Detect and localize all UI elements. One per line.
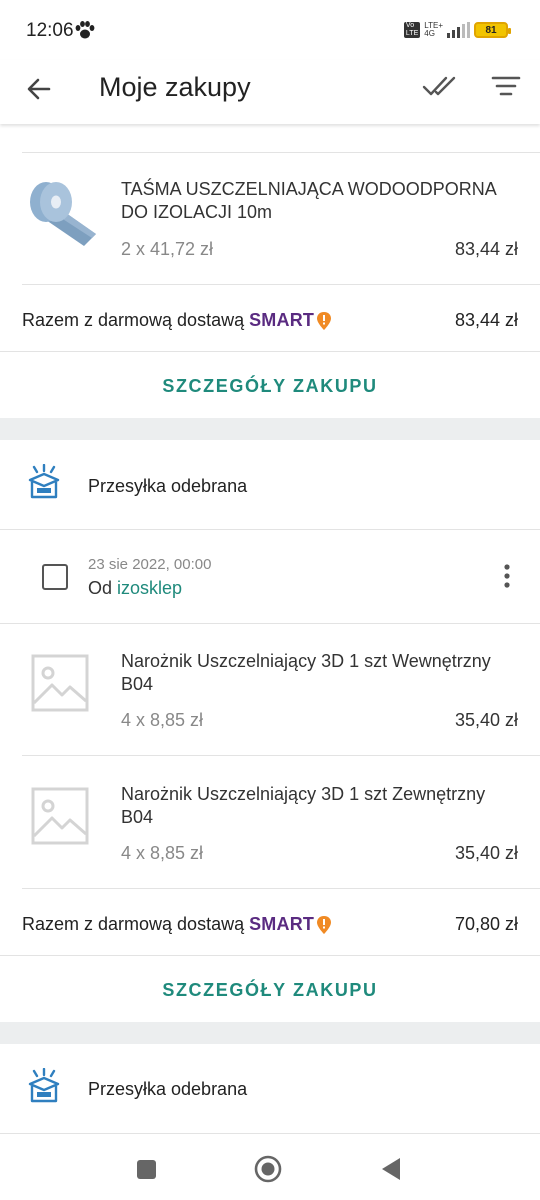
paw-icon xyxy=(75,21,95,39)
system-nav-bar xyxy=(0,1140,540,1200)
home-button[interactable] xyxy=(254,1155,282,1183)
seller-link[interactable]: izosklep xyxy=(117,578,182,598)
item-quantity: 2 x 41,72 zł xyxy=(121,239,214,259)
battery-level: 81 xyxy=(485,24,497,36)
battery-icon: 81 xyxy=(474,22,511,38)
parcel-box-icon xyxy=(28,1068,60,1103)
shipment-status: Przesyłka odebrana xyxy=(88,1079,248,1099)
page-title: Moje zakupy xyxy=(99,72,251,102)
tape-roll-image xyxy=(30,182,96,246)
divider xyxy=(0,1133,540,1134)
item-name: TAŚMA USZCZELNIAJĄCA WODOODPORNA DO IZOL… xyxy=(121,179,496,222)
volte-icon: Vo LTE xyxy=(403,22,421,38)
total-value: 70,80 zł xyxy=(454,914,518,934)
divider xyxy=(22,152,540,153)
total-label: Razem z darmową dostawą SMART xyxy=(22,310,332,331)
double-check-icon[interactable] xyxy=(420,72,460,100)
divider xyxy=(22,284,540,285)
divider xyxy=(22,888,540,889)
divider xyxy=(22,755,540,756)
item-price: 83,44 zł xyxy=(454,239,518,259)
network-type: LTE+ 4G xyxy=(424,21,443,38)
image-placeholder-icon xyxy=(31,654,89,712)
image-placeholder-icon xyxy=(31,787,89,845)
item-price: 35,40 zł xyxy=(454,843,518,863)
order-checkbox[interactable] xyxy=(42,564,68,590)
item-name: Narożnik Uszczelniający 3D 1 szt Zewnętr… xyxy=(121,784,486,827)
filter-icon[interactable] xyxy=(490,72,522,100)
smart-logo: SMART xyxy=(249,310,315,330)
back-arrow-icon[interactable] xyxy=(22,72,56,106)
parcel-box-icon xyxy=(28,464,60,499)
divider xyxy=(0,351,540,352)
total-value: 83,44 zł xyxy=(454,310,518,330)
signal-icon xyxy=(447,22,470,38)
divider xyxy=(0,623,540,624)
status-bar: 12:06 Vo LTE LTE+ 4G 81 xyxy=(0,0,540,60)
smart-logo: SMART xyxy=(249,914,315,934)
divider xyxy=(0,529,540,530)
item-quantity: 4 x 8,85 zł xyxy=(121,710,204,730)
recent-apps-button[interactable] xyxy=(137,1160,156,1179)
shipment-status: Przesyłka odebrana xyxy=(88,476,248,496)
smart-pin-icon xyxy=(317,311,332,330)
app-bar: Moje zakupy xyxy=(0,60,540,124)
order-seller: Od izosklep xyxy=(88,578,183,598)
status-icons: Vo LTE LTE+ 4G 81 xyxy=(403,20,511,40)
section-gap xyxy=(0,418,540,440)
nav-back-button[interactable] xyxy=(380,1156,402,1182)
item-name: Narożnik Uszczelniający 3D 1 szt Wewnętr… xyxy=(121,651,491,694)
section-gap xyxy=(0,1022,540,1044)
purchases-list[interactable]: TAŚMA USZCZELNIAJĄCA WODOODPORNA DO IZOL… xyxy=(0,124,540,1140)
order-date: 23 sie 2022, 00:00 xyxy=(88,556,212,573)
item-quantity: 4 x 8,85 zł xyxy=(121,843,204,863)
more-vert-icon[interactable] xyxy=(496,562,518,592)
purchase-details-button[interactable]: SZCZEGÓŁY ZAKUPU xyxy=(0,376,540,397)
item-price: 35,40 zł xyxy=(454,710,518,730)
purchase-details-button[interactable]: SZCZEGÓŁY ZAKUPU xyxy=(0,980,540,1001)
total-label: Razem z darmową dostawą SMART xyxy=(22,914,332,935)
divider xyxy=(0,955,540,956)
smart-pin-icon xyxy=(317,915,332,934)
status-time: 12:06 xyxy=(26,20,74,41)
